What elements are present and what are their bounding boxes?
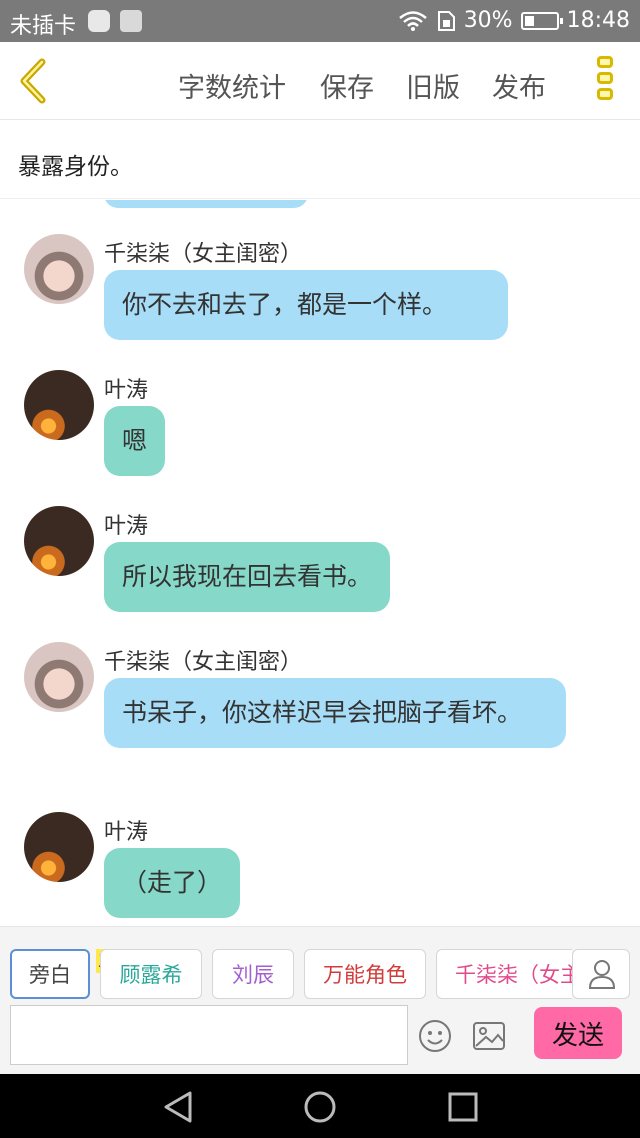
message-bubble[interactable]: 书呆子，你这样迟早会把脑子看坏。	[104, 678, 566, 748]
role-qian-qiqi-button[interactable]: 千柒柒（女主	[436, 949, 572, 999]
scene-text: 暴露身份。	[18, 154, 133, 180]
role-label: 顾露希	[119, 963, 183, 987]
avatar[interactable]	[24, 642, 94, 712]
message-bubble[interactable]: 嗯	[104, 406, 166, 476]
role-label: 万能角色	[323, 963, 407, 987]
avatar[interactable]	[24, 506, 94, 576]
send-label: 发送	[551, 1020, 604, 1051]
chat-area[interactable]: 千柒柒（女主闺密） 你不去和去了，都是一个样。 叶涛 嗯 叶涛 所以我现在回去看…	[0, 200, 640, 926]
sender-name: 千柒柒（女主闺密）	[104, 650, 303, 675]
character-manager-button[interactable]	[572, 949, 630, 999]
carrier-label: 未插卡	[10, 14, 77, 39]
battery-fill	[524, 15, 534, 26]
scene-description[interactable]: 暴露身份。	[0, 121, 640, 199]
role-liu-chen-button[interactable]: 刘辰	[212, 949, 294, 999]
role-label: 旁白	[29, 963, 71, 987]
nav-back-icon[interactable]	[160, 1090, 196, 1124]
sender-name: 叶涛	[104, 514, 149, 539]
photo-notification-icon	[120, 10, 142, 32]
clock: 18:48	[566, 8, 630, 33]
role-label: 千柒柒（女主	[455, 963, 572, 987]
emoji-icon[interactable]	[418, 1019, 452, 1053]
avatar[interactable]	[24, 370, 94, 440]
avatar[interactable]	[24, 812, 94, 882]
person-icon	[588, 960, 616, 989]
nav-home-icon[interactable]	[302, 1090, 338, 1124]
sender-name: 叶涛	[104, 820, 149, 845]
role-universal-button[interactable]: 万能角色	[304, 949, 426, 999]
status-bar: 未插卡 30% 18:48	[0, 0, 640, 42]
message-bubble[interactable]: （走了）	[104, 848, 241, 918]
message-input[interactable]	[10, 1005, 408, 1065]
send-button[interactable]: 发送	[534, 1007, 622, 1059]
more-menu-icon[interactable]	[594, 56, 616, 108]
wechat-notification-icon	[88, 10, 110, 32]
nav-recents-icon[interactable]	[446, 1090, 480, 1124]
role-narration-button[interactable]: 旁白	[10, 949, 90, 999]
message-bubble[interactable]: 所以我现在回去看书。	[104, 542, 391, 612]
wifi-icon	[398, 10, 427, 31]
back-chevron-icon[interactable]	[14, 56, 54, 106]
sender-name: 千柒柒（女主闺密）	[104, 242, 303, 267]
avatar[interactable]	[24, 234, 94, 304]
image-icon[interactable]	[472, 1021, 506, 1051]
status-right: 30% 18:48	[398, 8, 630, 33]
save-button[interactable]: 保存	[320, 66, 374, 105]
role-label: 刘辰	[232, 963, 274, 987]
previous-message-bubble[interactable]	[104, 200, 308, 208]
sim-icon	[437, 10, 455, 31]
role-selector-bar: 旁白 主 顾露希 刘辰 万能角色 千柒柒（女主 发送	[0, 926, 640, 1074]
role-gu-luxi-button[interactable]: 顾露希	[100, 949, 202, 999]
editor-toolbar: 字数统计 保存 旧版 发布	[0, 42, 640, 120]
word-count-button[interactable]: 字数统计	[178, 66, 286, 105]
old-version-button[interactable]: 旧版	[406, 66, 460, 105]
publish-button[interactable]: 发布	[492, 66, 546, 105]
system-nav-bar	[0, 1074, 640, 1138]
battery-icon	[520, 11, 563, 30]
battery-percent: 30%	[463, 8, 513, 33]
message-bubble[interactable]: 你不去和去了，都是一个样。	[104, 270, 508, 340]
sender-name: 叶涛	[104, 378, 149, 403]
